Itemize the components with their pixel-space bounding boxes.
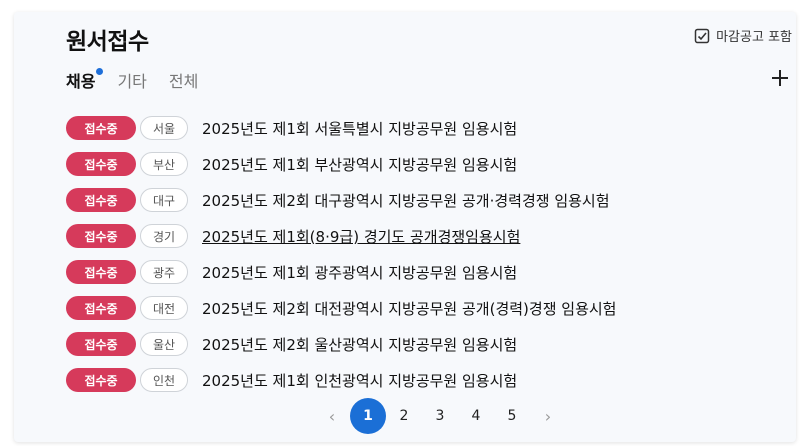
- status-badge: 접수중: [66, 152, 136, 176]
- page-title: 원서접수: [66, 29, 149, 55]
- list-item[interactable]: 접수중 울산 2025년도 제2회 울산광역시 지방공무원 임용시험: [66, 326, 786, 362]
- plus-icon[interactable]: [770, 68, 790, 88]
- region-badge: 대전: [140, 296, 188, 320]
- exam-title-link[interactable]: 2025년도 제1회 광주광역시 지방공무원 임용시험: [202, 262, 517, 283]
- list-item[interactable]: 접수중 부산 2025년도 제1회 부산광역시 지방공무원 임용시험: [66, 146, 786, 182]
- page-button[interactable]: 3: [422, 408, 458, 424]
- exam-title-link[interactable]: 2025년도 제2회 대구광역시 지방공무원 공개·경력경쟁 임용시험: [202, 190, 610, 211]
- status-badge: 접수중: [66, 332, 136, 356]
- region-badge: 인천: [140, 368, 188, 392]
- application-card: 원서접수 마감공고 포함 채용 기타 전체 접수중 서울 2025년도 제1회 …: [14, 12, 796, 442]
- region-badge: 서울: [140, 116, 188, 140]
- exam-title-link[interactable]: 2025년도 제1회(8·9급) 경기도 공개경쟁임용시험: [202, 226, 520, 247]
- list-item[interactable]: 접수중 대구 2025년도 제2회 대구광역시 지방공무원 공개·경력경쟁 임용…: [66, 182, 786, 218]
- exam-title-link[interactable]: 2025년도 제1회 인천광역시 지방공무원 임용시험: [202, 370, 517, 391]
- exam-title-link[interactable]: 2025년도 제2회 울산광역시 지방공무원 임용시험: [202, 334, 517, 355]
- pagination: ‹ 1 2 3 4 5 ›: [314, 398, 566, 434]
- status-badge: 접수중: [66, 296, 136, 320]
- prev-page-button[interactable]: ‹: [314, 407, 350, 426]
- list-item[interactable]: 접수중 경기 2025년도 제1회(8·9급) 경기도 공개경쟁임용시험: [66, 218, 786, 254]
- tab-label: 채용: [66, 72, 96, 91]
- status-badge: 접수중: [66, 188, 136, 212]
- region-badge: 대구: [140, 188, 188, 212]
- region-badge: 울산: [140, 332, 188, 356]
- tab-recruitment[interactable]: 채용: [66, 68, 104, 92]
- tab-label: 전체: [168, 72, 199, 91]
- exam-list: 접수중 서울 2025년도 제1회 서울특별시 지방공무원 임용시험 접수중 부…: [66, 110, 786, 398]
- category-tabs: 채용 기타 전체: [66, 68, 220, 92]
- include-closed-label: 마감공고 포함: [716, 30, 792, 45]
- page-button[interactable]: 4: [458, 408, 494, 424]
- tab-label: 기타: [117, 72, 147, 91]
- exam-title-link[interactable]: 2025년도 제1회 부산광역시 지방공무원 임용시험: [202, 154, 517, 175]
- tab-other[interactable]: 기타: [117, 68, 146, 92]
- region-badge: 경기: [140, 224, 188, 248]
- list-item[interactable]: 접수중 대전 2025년도 제2회 대전광역시 지방공무원 공개(경력)경쟁 임…: [66, 290, 786, 326]
- status-badge: 접수중: [66, 260, 136, 284]
- region-badge: 부산: [140, 152, 188, 176]
- next-page-button[interactable]: ›: [530, 407, 566, 426]
- status-badge: 접수중: [66, 116, 136, 140]
- list-item[interactable]: 접수중 서울 2025년도 제1회 서울특별시 지방공무원 임용시험: [66, 110, 786, 146]
- new-indicator-dot: [96, 68, 104, 75]
- list-item[interactable]: 접수중 인천 2025년도 제1회 인천광역시 지방공무원 임용시험: [66, 362, 786, 398]
- tab-all[interactable]: 전체: [169, 68, 198, 92]
- status-badge: 접수중: [66, 224, 136, 248]
- status-badge: 접수중: [66, 368, 136, 392]
- region-badge: 광주: [140, 260, 188, 284]
- exam-title-link[interactable]: 2025년도 제2회 대전광역시 지방공무원 공개(경력)경쟁 임용시험: [202, 298, 616, 319]
- include-closed-toggle[interactable]: 마감공고 포함: [694, 26, 792, 45]
- list-item[interactable]: 접수중 광주 2025년도 제1회 광주광역시 지방공무원 임용시험: [66, 254, 786, 290]
- checkbox-checked-icon[interactable]: [694, 28, 710, 44]
- page-button-current[interactable]: 1: [350, 398, 386, 434]
- page-button[interactable]: 2: [386, 408, 422, 424]
- page-button[interactable]: 5: [494, 408, 530, 424]
- exam-title-link[interactable]: 2025년도 제1회 서울특별시 지방공무원 임용시험: [202, 118, 517, 139]
